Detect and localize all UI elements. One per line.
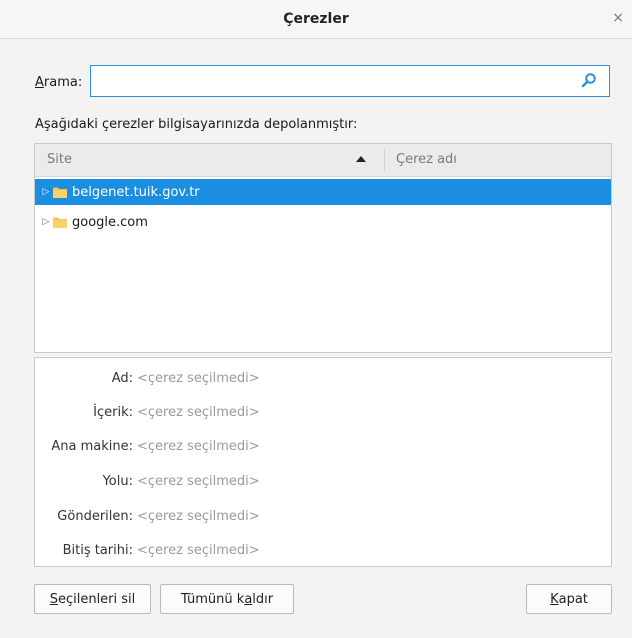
detail-value: <çerez seçilmedi> [137, 371, 260, 386]
remove-selected-button[interactable]: Seçilenleri sil [34, 584, 151, 614]
detail-row-name: Ad: <çerez seçilmedi> [35, 371, 611, 391]
close-button[interactable]: Kapat [526, 584, 612, 614]
folder-icon [53, 187, 67, 198]
tree-row-label: belgenet.tuik.gov.tr [72, 184, 200, 200]
tree-header: Site Çerez adı [35, 144, 611, 177]
detail-value: <çerez seçilmedi> [137, 543, 260, 558]
detail-value: <çerez seçilmedi> [137, 474, 260, 489]
detail-row-content: İçerik: <çerez seçilmedi> [35, 405, 611, 425]
detail-value: <çerez seçilmedi> [137, 509, 260, 524]
dialog-title: Çerezler [283, 11, 349, 27]
column-header-cookie-name[interactable]: Çerez adı [396, 152, 457, 167]
detail-row-expires: Bitiş tarihi: <çerez seçilmedi> [35, 543, 611, 563]
tree-row-label: google.com [72, 214, 148, 230]
search-input[interactable] [97, 70, 581, 94]
description-text: Aşağıdaki çerezler bilgisayarınızda depo… [35, 117, 358, 132]
detail-label: Ad: [111, 371, 133, 386]
button-label: eçilenleri sil [57, 591, 136, 607]
search-label-accesskey: A [35, 75, 44, 90]
detail-label: İçerik: [93, 405, 133, 420]
detail-row-host: Ana makine: <çerez seçilmedi> [35, 439, 611, 459]
close-icon[interactable]: × [612, 11, 624, 25]
detail-label: Ana makine: [51, 439, 133, 454]
search-label: Arama: [35, 75, 82, 90]
detail-row-path: Yolu: <çerez seçilmedi> [35, 474, 611, 494]
column-separator[interactable] [384, 149, 385, 171]
sort-ascending-icon [356, 156, 366, 162]
folder-icon [53, 217, 67, 228]
button-accesskey: a [244, 591, 253, 607]
detail-value: <çerez seçilmedi> [137, 405, 260, 420]
column-header-site[interactable]: Site [47, 152, 72, 167]
button-label: ldır [252, 591, 274, 607]
search-box[interactable] [90, 65, 610, 97]
cookie-details-panel: Ad: <çerez seçilmedi> İçerik: <çerez seç… [34, 357, 612, 567]
search-icon[interactable] [581, 72, 597, 88]
tree-row-site[interactable]: ▷ belgenet.tuik.gov.tr [35, 179, 611, 205]
detail-label: Gönderilen: [57, 509, 133, 524]
dialog-titlebar: Çerezler × [0, 0, 632, 39]
button-accesskey: K [550, 591, 559, 607]
twisty-collapsed-icon[interactable]: ▷ [39, 187, 53, 197]
detail-value: <çerez seçilmedi> [137, 439, 260, 454]
button-label: Tümünü k [180, 591, 245, 607]
tree-row-site[interactable]: ▷ google.com [35, 209, 611, 235]
detail-label: Yolu: [102, 474, 133, 489]
button-label: apat [558, 591, 588, 607]
button-accesskey: S [49, 591, 58, 607]
detail-label: Bitiş tarihi: [62, 543, 133, 558]
search-label-rest: rama: [43, 75, 83, 90]
remove-all-button[interactable]: Tümünü k a ldır [160, 584, 294, 614]
twisty-collapsed-icon[interactable]: ▷ [39, 217, 53, 227]
cookie-tree[interactable]: Site Çerez adı ▷ belgenet.tuik.gov.tr ▷ … [34, 143, 612, 353]
detail-row-send-for: Gönderilen: <çerez seçilmedi> [35, 509, 611, 529]
